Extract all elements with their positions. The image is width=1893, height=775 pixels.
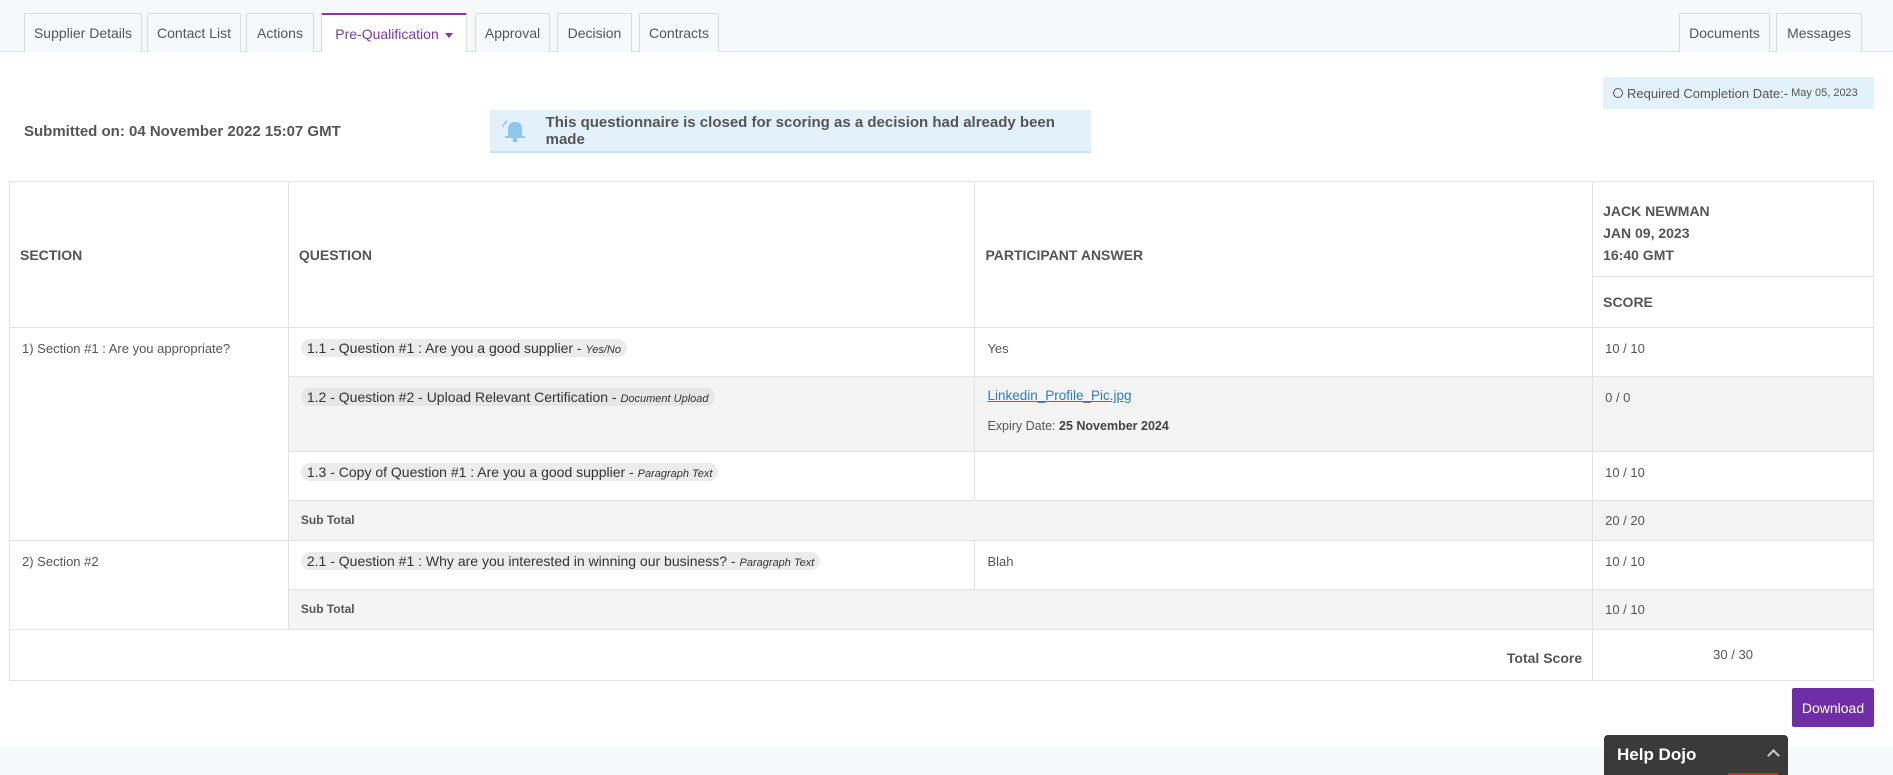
closed-notice: This questionnaire is closed for scoring… bbox=[490, 110, 1091, 153]
tab-prequalification[interactable]: Pre-Qualification bbox=[321, 13, 467, 53]
tab-contact-list[interactable]: Contact List bbox=[147, 13, 241, 52]
answer-cell: Linkedin_Profile_Pic.jpg Expiry Date: 25… bbox=[974, 376, 1594, 452]
question-text: 1.2 - Question #2 - Upload Relevant Cert… bbox=[306, 389, 617, 405]
section-header: SECTION bbox=[9, 181, 289, 328]
answer-cell: Blah bbox=[974, 540, 1594, 590]
questionnaire-table: SECTION QUESTION PARTICIPANT ANSWER JACK… bbox=[8, 181, 1874, 681]
question-pill: 1.2 - Question #2 - Upload Relevant Cert… bbox=[300, 388, 715, 406]
participant-answer-header: PARTICIPANT ANSWER bbox=[974, 181, 1594, 328]
question-cell: 1.2 - Question #2 - Upload Relevant Cert… bbox=[287, 376, 976, 452]
answer-cell bbox=[974, 451, 1594, 501]
closed-notice-text: This questionnaire is closed for scoring… bbox=[545, 113, 1055, 148]
scorer-header: JACK NEWMAN JAN 09, 2023 16:40 GMT bbox=[1592, 181, 1874, 277]
scorer-date: JAN 09, 2023 bbox=[1603, 225, 1690, 241]
required-completion-date: Required Completion Date:- May 05, 2023 bbox=[1603, 77, 1874, 109]
total-row: Total Score 30 / 30 bbox=[8, 629, 1874, 681]
tab-prequalification-label: Pre-Qualification bbox=[335, 26, 439, 42]
bell-icon bbox=[502, 119, 532, 143]
question-pill: 2.1 - Question #1 : Why are you interest… bbox=[300, 552, 821, 570]
table-row: 2) Section #2 2.1 - Question #1 : Why ar… bbox=[9, 540, 1874, 630]
total-score-value: 30 / 30 bbox=[1592, 629, 1874, 681]
tab-bar: Supplier Details Contact List Actions Pr… bbox=[0, 0, 1893, 53]
subtotal-value: 10 / 10 bbox=[1592, 589, 1874, 630]
tab-contracts[interactable]: Contracts bbox=[639, 13, 719, 52]
help-dojo-label: Help Dojo bbox=[1617, 745, 1697, 764]
question-text: 2.1 - Question #1 : Why are you interest… bbox=[306, 553, 736, 569]
table-row: 1.2 - Question #2 - Upload Relevant Cert… bbox=[9, 376, 1874, 452]
score-cell: 10 / 10 bbox=[1592, 327, 1874, 377]
subtotal-label: Sub Total bbox=[287, 589, 1594, 630]
expiry-label: Expiry Date: bbox=[987, 419, 1056, 433]
expiry-value: 25 November 2024 bbox=[1059, 419, 1169, 433]
subtotal-row: Sub Total 10 / 10 bbox=[9, 589, 1874, 630]
download-button[interactable]: Download bbox=[1792, 688, 1874, 727]
table-row: 1) Section #1 : Are you appropriate? 1.1… bbox=[9, 327, 1874, 541]
tab-approval[interactable]: Approval bbox=[475, 13, 550, 52]
clock-icon bbox=[1613, 88, 1623, 98]
question-cell: 1.1 - Question #1 : Are you a good suppl… bbox=[287, 327, 976, 377]
question-text: 1.3 - Copy of Question #1 : Are you a go… bbox=[306, 464, 634, 480]
submitted-on-text: Submitted on: 04 November 2022 15:07 GMT bbox=[24, 123, 341, 140]
question-pill: 1.1 - Question #1 : Are you a good suppl… bbox=[300, 339, 627, 357]
score-cell: 0 / 0 bbox=[1592, 376, 1874, 452]
answer-cell: Yes bbox=[974, 327, 1594, 377]
tab-actions[interactable]: Actions bbox=[246, 13, 314, 52]
question-pill: 1.3 - Copy of Question #1 : Are you a go… bbox=[300, 463, 719, 481]
question-type: Paragraph Text bbox=[739, 557, 815, 569]
help-dojo-widget[interactable]: Help Dojo bbox=[1604, 735, 1788, 775]
question-cell: 2.1 - Question #1 : Why are you interest… bbox=[287, 540, 976, 590]
caret-down-icon bbox=[444, 32, 453, 38]
tab-decision[interactable]: Decision bbox=[557, 13, 632, 52]
total-score-label: Total Score bbox=[8, 629, 1594, 681]
question-type: Yes/No bbox=[585, 344, 621, 356]
chevron-up-icon[interactable] bbox=[1767, 749, 1780, 762]
question-cell: 1.3 - Copy of Question #1 : Are you a go… bbox=[287, 451, 976, 501]
score-cell: 10 / 10 bbox=[1592, 540, 1874, 590]
question-header: QUESTION bbox=[287, 181, 976, 328]
tab-messages[interactable]: Messages bbox=[1776, 13, 1862, 52]
score-cell: 10 / 10 bbox=[1592, 451, 1874, 501]
attachment-link[interactable]: Linkedin_Profile_Pic.jpg bbox=[987, 388, 1131, 403]
required-completion-value: May 05, 2023 bbox=[1791, 87, 1858, 99]
score-header: SCORE bbox=[1592, 276, 1874, 328]
subtotal-label: Sub Total bbox=[287, 500, 1594, 541]
question-text: 1.1 - Question #1 : Are you a good suppl… bbox=[306, 340, 582, 356]
scorer-time: 16:40 GMT bbox=[1603, 247, 1674, 263]
question-type: Document Upload bbox=[620, 393, 709, 405]
scorer-name: JACK NEWMAN bbox=[1603, 203, 1710, 219]
subtotal-row: Sub Total 20 / 20 bbox=[9, 500, 1874, 541]
subtotal-value: 20 / 20 bbox=[1592, 500, 1874, 541]
question-type: Paragraph Text bbox=[637, 468, 713, 480]
table-row: 1.3 - Copy of Question #1 : Are you a go… bbox=[10, 451, 1874, 501]
section-label: 1) Section #1 : Are you appropriate? bbox=[9, 327, 289, 541]
tab-supplier-details[interactable]: Supplier Details bbox=[24, 13, 142, 52]
section-label: 2) Section #2 bbox=[9, 540, 289, 630]
required-completion-label: Required Completion Date:- bbox=[1627, 85, 1789, 101]
tab-documents[interactable]: Documents bbox=[1679, 13, 1770, 52]
